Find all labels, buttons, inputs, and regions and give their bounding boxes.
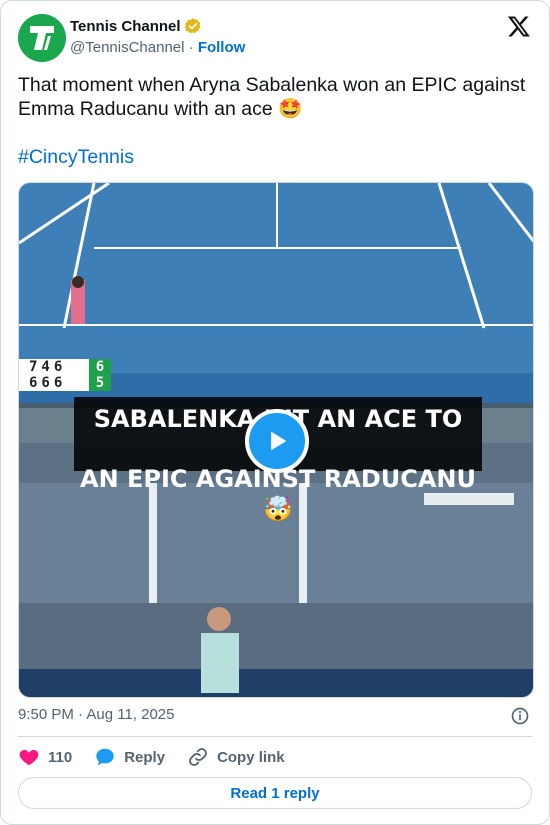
caption-line-2: AN EPIC AGAINST RADUCANU 🤯 (80, 465, 476, 523)
follow-button[interactable]: Follow (198, 39, 246, 56)
tweet-card: Tennis Channel @TennisChannel · Follow T… (0, 0, 550, 825)
scoreboard: 746 666 6 5 (19, 359, 111, 391)
read-replies-button[interactable]: Read 1 reply (18, 777, 532, 809)
link-icon (189, 748, 207, 766)
verified-badge-icon (184, 18, 201, 34)
play-button[interactable] (245, 409, 309, 473)
tweet-header: Tennis Channel @TennisChannel · Follow (18, 14, 533, 62)
divider (18, 736, 532, 737)
tweet-text: That moment when Aryna Sabalenka won an … (18, 73, 538, 169)
author-names: Tennis Channel @TennisChannel · Follow (70, 17, 245, 56)
copy-link-label: Copy link (217, 748, 285, 766)
action-bar: 110 Reply Copy link (18, 745, 307, 769)
avatar[interactable] (18, 14, 66, 62)
current-set: 6 5 (89, 359, 111, 391)
tweet-body: That moment when Aryna Sabalenka won an … (18, 74, 526, 120)
display-name-row[interactable]: Tennis Channel (70, 17, 202, 35)
video-thumbnail[interactable]: 746 666 6 5 SABALENKA HIT AN ACE TO WIN … (18, 182, 534, 698)
info-icon[interactable] (510, 706, 530, 726)
like-button[interactable]: 110 (18, 746, 72, 768)
reply-button[interactable]: Reply (94, 746, 165, 768)
current-set-p2: 5 (95, 375, 105, 391)
x-logo-icon[interactable] (507, 14, 531, 38)
reply-label: Reply (124, 748, 166, 766)
handle[interactable]: @TennisChannel (70, 39, 184, 56)
current-set-p1: 6 (95, 359, 105, 375)
copy-link-button[interactable]: Copy link (187, 746, 285, 768)
handle-row: @TennisChannel · Follow (70, 39, 245, 56)
separator: · (188, 38, 194, 56)
heart-icon (19, 749, 39, 766)
play-icon (271, 431, 287, 451)
reply-bubble-icon (96, 748, 114, 766)
hashtag-link[interactable]: #CincyTennis (18, 145, 538, 169)
tennis-channel-logo-icon (18, 14, 66, 62)
timestamp[interactable]: 9:50 PM · Aug 11, 2025 (18, 706, 175, 723)
like-count: 110 (48, 748, 73, 766)
display-name[interactable]: Tennis Channel (70, 18, 181, 35)
